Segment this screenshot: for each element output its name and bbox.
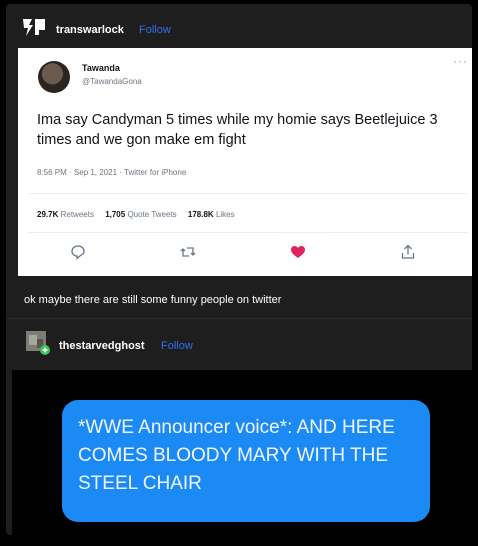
- reblog-divider: [6, 318, 472, 319]
- divider: [28, 193, 468, 194]
- tweet-timestamp: 8:56 PM · Sep 1, 2021 · Twitter for iPho…: [37, 168, 187, 177]
- retweets-label[interactable]: Retweets: [61, 210, 94, 219]
- tumblr-post-card: transwarlock Follow Tawanda @TawandaGona…: [6, 4, 472, 535]
- embedded-tweet: Tawanda @TawandaGona ··· Ima say Candyma…: [18, 48, 472, 276]
- quotes-count: 1,705: [105, 210, 126, 219]
- message-bubble: *WWE Announcer voice*: AND HERE COMES BL…: [62, 400, 430, 522]
- message-screenshot: *WWE Announcer voice*: AND HERE COMES BL…: [12, 370, 472, 535]
- reblogger-username[interactable]: thestarvedghost: [59, 340, 145, 352]
- reblog-follow-button[interactable]: Follow: [161, 340, 193, 352]
- tweet-stats: 29.7K Retweets 1,705 Quote Tweets 178.8K…: [37, 210, 235, 219]
- share-icon[interactable]: [400, 244, 416, 260]
- likes-label[interactable]: Likes: [216, 210, 235, 219]
- reply-icon[interactable]: [70, 244, 86, 260]
- like-icon[interactable]: [290, 244, 306, 260]
- tweet-handle[interactable]: @TawandaGona: [82, 77, 142, 86]
- tweet-display-name[interactable]: Tawanda: [82, 63, 120, 73]
- user-avatar-icon[interactable]: [21, 16, 47, 38]
- follow-button[interactable]: Follow: [139, 24, 171, 36]
- tweet-avatar[interactable]: [38, 61, 70, 93]
- tweet-text: Ima say Candyman 5 times while my homie …: [37, 112, 438, 148]
- post-caption: ok maybe there are still some funny peop…: [24, 294, 282, 306]
- post-header: transwarlock Follow: [6, 4, 472, 52]
- divider: [28, 232, 468, 233]
- reblogger-avatar-icon[interactable]: [26, 331, 50, 355]
- more-options-icon[interactable]: ···: [453, 54, 468, 68]
- retweets-count: 29.7K: [37, 210, 59, 219]
- likes-count: 178.8K: [187, 210, 214, 219]
- poster-username[interactable]: transwarlock: [56, 24, 124, 36]
- quotes-label[interactable]: Quote Tweets: [127, 210, 176, 219]
- retweet-icon[interactable]: [180, 244, 196, 260]
